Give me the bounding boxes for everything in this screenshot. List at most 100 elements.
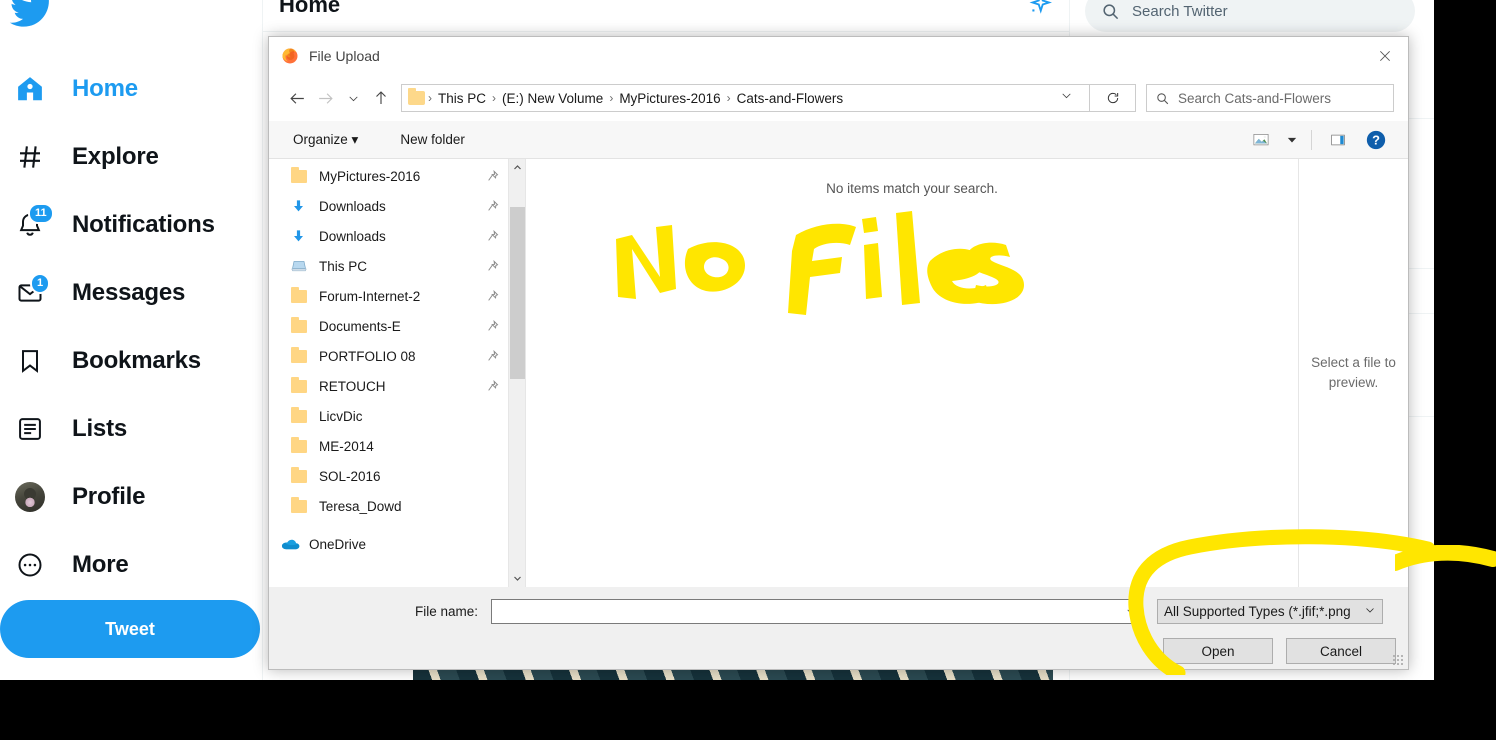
tree-item-teresa-dowd[interactable]: Teresa_Dowd xyxy=(269,491,525,521)
envelope-icon: 1 xyxy=(8,271,52,315)
tree-item-forum-internet-2[interactable]: Forum-Internet-2 xyxy=(269,281,525,311)
breadcrumb-item-mypictures[interactable]: MyPictures-2016 xyxy=(614,91,725,106)
sidebar-item-label: More xyxy=(72,551,129,578)
chevron-down-icon[interactable] xyxy=(1050,89,1083,107)
chevron-down-icon[interactable] xyxy=(1120,605,1142,618)
resize-grip-icon[interactable] xyxy=(1392,654,1404,666)
onedrive-icon xyxy=(281,537,303,551)
file-upload-dialog: File Upload › This PC › (E:) New Volume … xyxy=(268,36,1409,670)
sidebar-item-label: Bookmarks xyxy=(72,347,201,374)
hashtag-icon xyxy=(8,135,52,179)
sidebar-item-bookmarks[interactable]: Bookmarks xyxy=(0,327,262,395)
sidebar-item-label: Messages xyxy=(72,279,186,306)
breadcrumb[interactable]: › This PC › (E:) New Volume › MyPictures… xyxy=(401,84,1090,112)
refresh-button[interactable] xyxy=(1090,84,1136,112)
pin-icon[interactable] xyxy=(487,169,499,187)
chevron-up-icon[interactable] xyxy=(509,159,525,176)
preview-pane-icon[interactable] xyxy=(1320,125,1356,155)
pin-icon[interactable] xyxy=(487,289,499,307)
tweet-button[interactable]: Tweet xyxy=(0,600,260,658)
sidebar-item-lists[interactable]: Lists xyxy=(0,395,262,463)
file-type-dropdown[interactable]: All Supported Types (*.jfif;*.png xyxy=(1157,599,1383,624)
sidebar-item-messages[interactable]: 1 Messages xyxy=(0,259,262,327)
file-list-pane[interactable]: No items match your search. xyxy=(526,159,1298,587)
tree-item-retouch[interactable]: RETOUCH xyxy=(269,371,525,401)
open-button[interactable]: Open xyxy=(1163,638,1273,664)
tree-item-label: LicvDic xyxy=(319,408,363,424)
sidebar-item-explore[interactable]: Explore xyxy=(0,123,262,191)
twitter-sidebar: Home Explore 11 Notifications 1 Messages… xyxy=(0,0,262,680)
tree-item-me-2014[interactable]: ME-2014 xyxy=(269,431,525,461)
tree-item-portfolio-08[interactable]: PORTFOLIO 08 xyxy=(269,341,525,371)
tree-scrollbar[interactable] xyxy=(508,159,525,587)
pin-icon[interactable] xyxy=(487,319,499,337)
view-layout-icon[interactable] xyxy=(1243,125,1279,155)
file-name-field[interactable] xyxy=(491,599,1143,624)
help-icon[interactable]: ? xyxy=(1358,125,1394,155)
pin-icon[interactable] xyxy=(487,229,499,247)
folder-icon xyxy=(408,88,425,105)
search-input[interactable]: Search Cats-and-Flowers xyxy=(1146,84,1394,112)
tree-item-downloads-2[interactable]: Downloads xyxy=(269,221,525,251)
tree-item-documents-e[interactable]: Documents-E xyxy=(269,311,525,341)
pin-icon[interactable] xyxy=(487,259,499,277)
file-name-input[interactable] xyxy=(492,600,1120,623)
caret-down-icon[interactable] xyxy=(1281,125,1303,155)
scrollbar-thumb[interactable] xyxy=(510,207,525,379)
breadcrumb-item-cats-and-flowers[interactable]: Cats-and-Flowers xyxy=(732,91,849,106)
sidebar-item-notifications[interactable]: 11 Notifications xyxy=(0,191,262,259)
tree-item-label: SOL-2016 xyxy=(319,468,381,484)
search-icon xyxy=(1155,91,1170,106)
tree-item-label: MyPictures-2016 xyxy=(319,168,421,184)
up-button[interactable] xyxy=(367,84,395,112)
forward-button[interactable] xyxy=(311,84,339,112)
this-pc-icon xyxy=(291,258,313,274)
main-header: Home xyxy=(263,0,1069,32)
tree-item-onedrive[interactable]: OneDrive xyxy=(269,529,525,559)
close-icon[interactable] xyxy=(1362,37,1408,75)
avatar xyxy=(8,475,52,519)
sidebar-item-profile[interactable]: Profile xyxy=(0,463,262,531)
organize-button[interactable]: Organize ▾ xyxy=(283,132,368,148)
file-type-value: All Supported Types (*.jfif;*.png xyxy=(1164,604,1351,619)
dialog-titlebar[interactable]: File Upload xyxy=(269,37,1408,75)
breadcrumb-item-this-pc[interactable]: This PC xyxy=(433,91,491,106)
breadcrumb-item-new-volume[interactable]: (E:) New Volume xyxy=(497,91,608,106)
tree-item-mypictures-2016[interactable]: MyPictures-2016 xyxy=(269,161,525,191)
sidebar-item-home[interactable]: Home xyxy=(0,55,262,123)
tree-item-label: Downloads xyxy=(319,198,386,214)
search-input[interactable]: Search Twitter xyxy=(1085,0,1415,32)
dialog-footer: File name: All Supported Types (*.jfif;*… xyxy=(269,587,1408,669)
pin-icon[interactable] xyxy=(487,349,499,367)
organize-label: Organize xyxy=(293,131,348,147)
sidebar-item-more[interactable]: More xyxy=(0,531,262,599)
folder-icon xyxy=(291,436,313,453)
pin-icon[interactable] xyxy=(487,199,499,217)
tree-item-this-pc[interactable]: This PC xyxy=(269,251,525,281)
navigation-tree-pane: MyPictures-2016 Downloads Downloads This… xyxy=(269,159,525,587)
new-folder-button[interactable]: New folder xyxy=(390,132,475,147)
dialog-title: File Upload xyxy=(309,48,380,64)
search-icon xyxy=(1101,2,1120,21)
recent-locations-button[interactable] xyxy=(339,84,367,112)
search-placeholder-text: Search Twitter xyxy=(1132,2,1228,20)
notifications-badge: 11 xyxy=(28,203,54,224)
back-button[interactable] xyxy=(283,84,311,112)
pin-icon[interactable] xyxy=(487,379,499,397)
sparkles-icon[interactable] xyxy=(1025,0,1053,23)
tree-item-downloads[interactable]: Downloads xyxy=(269,191,525,221)
more-circle-icon xyxy=(8,543,52,587)
cancel-button[interactable]: Cancel xyxy=(1286,638,1396,664)
sidebar-item-label: Notifications xyxy=(72,211,215,238)
file-name-label: File name: xyxy=(415,604,479,619)
tree-item-label: Teresa_Dowd xyxy=(319,498,402,514)
sidebar-item-label: Home xyxy=(72,75,138,102)
twitter-bird-icon[interactable] xyxy=(8,0,54,32)
folder-icon xyxy=(291,466,313,483)
chevron-down-icon[interactable] xyxy=(509,570,525,587)
tree-item-sol-2016[interactable]: SOL-2016 xyxy=(269,461,525,491)
tree-item-licvdic[interactable]: LicvDic xyxy=(269,401,525,431)
tree-item-label: OneDrive xyxy=(309,536,367,552)
folder-icon xyxy=(291,406,313,423)
sidebar-item-label: Profile xyxy=(72,483,146,510)
